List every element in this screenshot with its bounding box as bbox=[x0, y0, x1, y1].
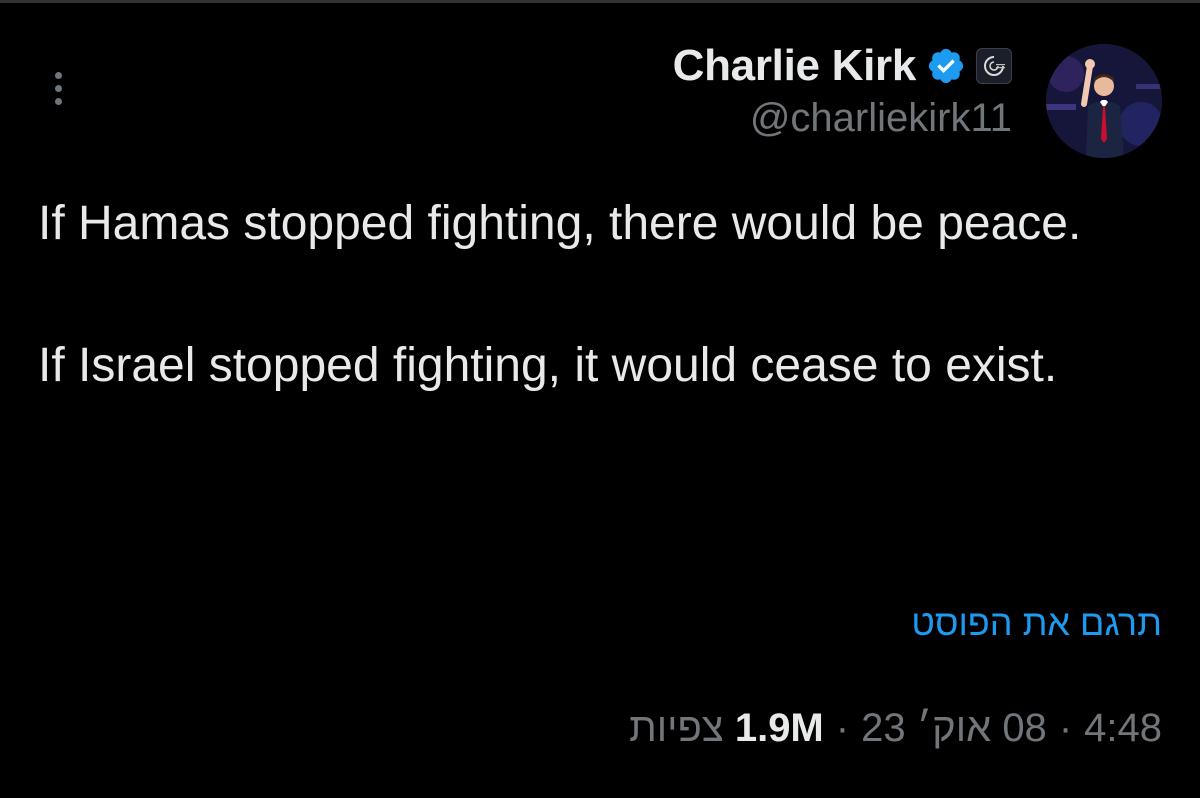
top-divider bbox=[0, 0, 1200, 3]
meta-separator: · bbox=[835, 706, 850, 750]
profile-photo-icon bbox=[1046, 44, 1162, 158]
more-options-dot bbox=[54, 97, 62, 105]
translate-post-link[interactable]: תרגם את הפוסט bbox=[911, 602, 1162, 644]
post-time[interactable]: 4:48 bbox=[1084, 706, 1162, 751]
post-metadata: 4:48 · 08 אוק׳ 23 · 1.9M צפיות bbox=[629, 706, 1162, 751]
more-options-button[interactable] bbox=[44, 64, 72, 112]
affiliation-badge-icon[interactable] bbox=[976, 48, 1012, 84]
post-paragraph: If Hamas stopped fighting, there would b… bbox=[38, 197, 1082, 250]
author-handle[interactable]: @charliekirk11 bbox=[673, 96, 1012, 141]
views-label: צפיות bbox=[629, 706, 724, 750]
post-body: If Hamas stopped fighting, there would b… bbox=[38, 188, 1148, 401]
post-author-header: Charlie Kirk @charliekirk11 bbox=[673, 38, 1012, 141]
meta-separator: · bbox=[1058, 706, 1073, 750]
views-count: 1.9M bbox=[734, 706, 824, 750]
more-options-dot bbox=[54, 84, 62, 92]
post-paragraph: If Israel stopped fighting, it would cea… bbox=[38, 339, 1058, 392]
more-options-icon bbox=[54, 71, 62, 79]
views-stat[interactable]: 1.9M צפיות bbox=[629, 706, 824, 751]
author-name-row: Charlie Kirk bbox=[673, 38, 1012, 94]
author-avatar[interactable] bbox=[1046, 44, 1162, 158]
post-date[interactable]: 08 אוק׳ 23 bbox=[861, 706, 1047, 751]
author-display-name[interactable]: Charlie Kirk bbox=[673, 41, 917, 91]
verified-badge-icon[interactable] bbox=[926, 46, 966, 86]
turning-point-logo-icon bbox=[984, 56, 1005, 76]
